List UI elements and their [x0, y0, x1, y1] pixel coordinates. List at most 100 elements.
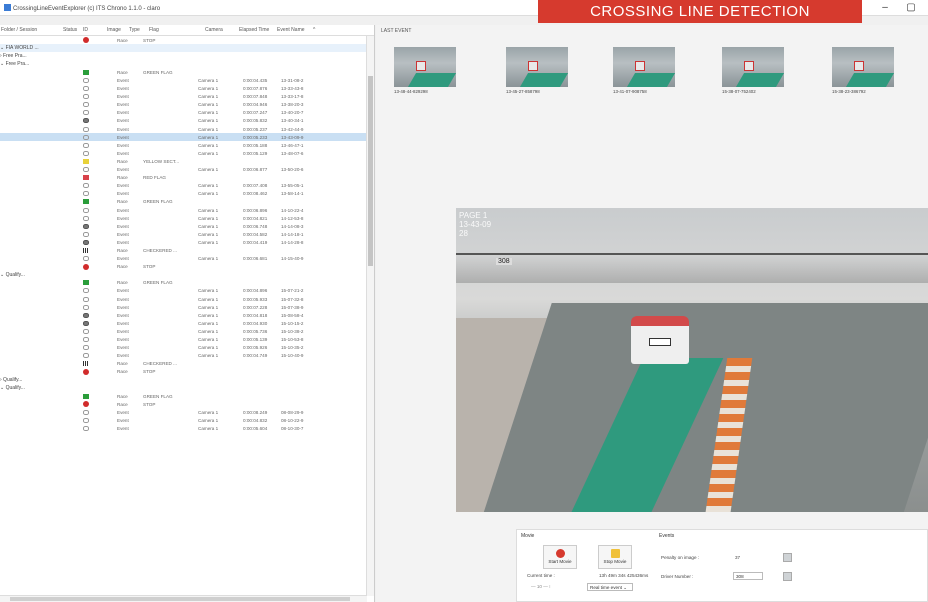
event-icon — [83, 320, 89, 326]
tree-row[interactable]: Event Camera 1 0:00:08.462 13-58-14-1 — [0, 190, 374, 198]
tree-row[interactable]: Race YELLOW SECT... — [0, 157, 374, 165]
event-thumbnail[interactable]: 13-48-44-829298 — [394, 47, 456, 95]
green-flag-icon — [83, 199, 89, 205]
tree-row[interactable]: Event Camera 1 0:00:07.228 15-07-38-9 — [0, 303, 374, 311]
row-type: Event — [117, 296, 129, 302]
tree-row[interactable]: Event Camera 1 0:00:07.876 13-33-43-8 — [0, 85, 374, 93]
tree-row[interactable]: ⌄ Qualify... — [0, 271, 374, 279]
tree-row[interactable]: Event Camera 1 0:00:05.233 13-43-09-9 — [0, 133, 374, 142]
event-thumbnail[interactable]: 15-38-23-386792 — [832, 47, 894, 95]
event-image[interactable]: PAGE 1 13-43-09 28 308 — [456, 208, 928, 512]
tree-row[interactable]: › Qualify... — [0, 376, 374, 384]
event-icon — [83, 134, 89, 140]
event-icon — [83, 337, 89, 343]
tree-row[interactable]: ⌄ Qualify... — [0, 384, 374, 392]
scroll-thumb[interactable] — [368, 76, 373, 266]
tree-row[interactable]: ⌄ FIA WORLD ... — [0, 44, 374, 53]
tree-row[interactable]: Event Camera 1 0:00:05.736 15-10-38-2 — [0, 327, 374, 335]
tree-row[interactable]: Event Camera 1 0:00:05.139 15-10-53-8 — [0, 335, 374, 343]
row-status — [73, 69, 99, 75]
tree-row[interactable]: Race STOP — [0, 263, 374, 271]
tree-row[interactable]: Event Camera 1 0:00:04.832 08-10-22-9 — [0, 416, 374, 424]
col-elapsed[interactable]: Elapsed Time — [238, 25, 276, 35]
tree-row[interactable]: Event Camera 1 0:00:04.582 14-14-18-1 — [0, 230, 374, 238]
checkered-flag-icon — [83, 361, 89, 367]
tree-row[interactable]: Race STOP — [0, 368, 374, 376]
tree-row[interactable]: Event Camera 1 0:00:04.435 13-31-08-2 — [0, 76, 374, 84]
tree-row[interactable]: Event Camera 1 0:00:07.408 13-55-05-1 — [0, 182, 374, 190]
driver-save-icon[interactable] — [783, 572, 792, 581]
event-thumbnail[interactable]: 13-41-07-908758 — [613, 47, 675, 95]
event-icon — [83, 110, 89, 116]
tree-row[interactable]: ⌄ Free Pra... — [0, 60, 374, 68]
tree-row[interactable]: Event Camera 1 0:00:05.933 15-07-32-8 — [0, 295, 374, 303]
tree-row[interactable]: Event Camera 1 0:00:06.681 14-15-40-9 — [0, 255, 374, 263]
tree-row[interactable]: Race CHECKERED ... — [0, 246, 374, 254]
row-type: Event — [117, 94, 129, 100]
speed-select[interactable]: Real time event ⌄ — [587, 583, 633, 591]
stop-movie-button[interactable]: Stop Movie — [598, 545, 632, 569]
tree-row[interactable]: Event Camera 1 0:00:08.249 08-08-29-9 — [0, 408, 374, 416]
col-type[interactable]: Type — [128, 25, 148, 35]
row-status — [73, 256, 99, 262]
col-camera[interactable]: Camera — [204, 25, 238, 35]
tree-row[interactable]: Event Camera 1 0:00:07.247 13-40-20-7 — [0, 109, 374, 117]
row-type: Event — [117, 150, 129, 156]
tree-row[interactable]: Event Camera 1 0:00:04.821 14-12-53-8 — [0, 214, 374, 222]
row-status — [73, 320, 99, 326]
penalty-save-icon[interactable] — [783, 553, 792, 562]
row-elapsed: 0:00:06.896 — [243, 207, 268, 213]
row-folder: ⌄ Free Pra... — [0, 61, 30, 68]
frame-slider[interactable]: — 10 — ⁝ — [531, 584, 551, 590]
thumbnail-image — [832, 47, 894, 87]
hscroll-thumb[interactable] — [10, 597, 350, 601]
row-camera: Camera 1 — [198, 337, 219, 343]
tree-row[interactable]: Race GREEN FLAG — [0, 68, 374, 76]
row-status — [73, 304, 99, 310]
row-event-name: 13-33-17-8 — [281, 94, 304, 100]
row-status — [73, 328, 99, 334]
horizontal-scrollbar[interactable] — [0, 595, 367, 602]
tree-row[interactable]: Race STOP — [0, 400, 374, 408]
col-image[interactable]: Image — [106, 25, 128, 35]
tree-row[interactable]: Event Camera 1 0:00:05.604 08-10-30-7 — [0, 425, 374, 433]
event-thumbnail[interactable]: 13-45-27-858798 — [506, 47, 568, 95]
tree-row[interactable]: Event Camera 1 0:00:06.877 13-50-20-6 — [0, 166, 374, 174]
col-folder[interactable]: Folder / Session — [0, 25, 62, 35]
row-event-name: 15-10-40-9 — [281, 353, 304, 359]
tree-row[interactable]: Race CHECKERED ... — [0, 360, 374, 368]
tree-row[interactable]: Event Camera 1 0:00:05.832 13-40-34-1 — [0, 117, 374, 125]
tree-row[interactable]: Race GREEN FLAG — [0, 279, 374, 287]
vertical-scrollbar[interactable] — [366, 36, 374, 596]
driver-number-input[interactable]: 308 — [733, 572, 763, 580]
tree-row[interactable]: Event Camera 1 0:00:04.749 15-10-40-9 — [0, 352, 374, 360]
col-id[interactable]: ID — [82, 25, 106, 35]
tree-row[interactable]: Event Camera 1 0:00:04.896 15-07-21-2 — [0, 287, 374, 295]
minimize-button[interactable]: – — [872, 2, 898, 13]
tree-row[interactable]: Event Camera 1 0:00:06.748 14-14-08-3 — [0, 222, 374, 230]
tree-row[interactable]: Event Camera 1 0:00:05.129 13-48-07-6 — [0, 149, 374, 157]
tree-row[interactable]: Event Camera 1 0:00:04.946 13-38-20-3 — [0, 101, 374, 109]
tree-row[interactable]: › Free Pra... — [0, 52, 374, 60]
row-elapsed: 0:00:06.877 — [243, 167, 268, 173]
col-status[interactable]: Status — [62, 25, 82, 35]
tree-row[interactable]: Event Camera 1 0:00:05.188 13-46-47-1 — [0, 141, 374, 149]
tree-row[interactable]: Race RED FLAG — [0, 174, 374, 182]
start-movie-label: Start Movie — [548, 559, 572, 564]
tree-row[interactable]: Event Camera 1 0:00:05.926 15-10-35-2 — [0, 344, 374, 352]
tree-row[interactable]: Race STOP — [0, 36, 374, 44]
tree-row[interactable]: Event Camera 1 0:00:04.930 15-10-15-2 — [0, 319, 374, 327]
row-elapsed: 0:00:04.946 — [243, 102, 268, 108]
restore-button[interactable]: ▢ — [898, 2, 924, 13]
col-event-name[interactable]: Event Name — [276, 25, 312, 35]
col-flag[interactable]: Flag — [148, 25, 204, 35]
event-thumbnail[interactable]: 15-38-07-752402 — [722, 47, 784, 95]
tree-row[interactable]: Event Camera 1 0:00:06.896 14-10-22-4 — [0, 206, 374, 214]
tree-row[interactable]: Event Camera 1 0:00:05.237 13-42-44-9 — [0, 125, 374, 133]
tree-row[interactable]: Race GREEN FLAG — [0, 198, 374, 206]
tree-row[interactable]: Event Camera 1 0:00:04.818 15-08-58-4 — [0, 311, 374, 319]
tree-row[interactable]: Race GREEN FLAG — [0, 392, 374, 400]
start-movie-button[interactable]: Start Movie — [543, 545, 577, 569]
tree-row[interactable]: Event Camera 1 0:00:04.419 14-14-28-8 — [0, 238, 374, 246]
tree-row[interactable]: Event Camera 1 0:00:07.848 13-33-17-8 — [0, 93, 374, 101]
